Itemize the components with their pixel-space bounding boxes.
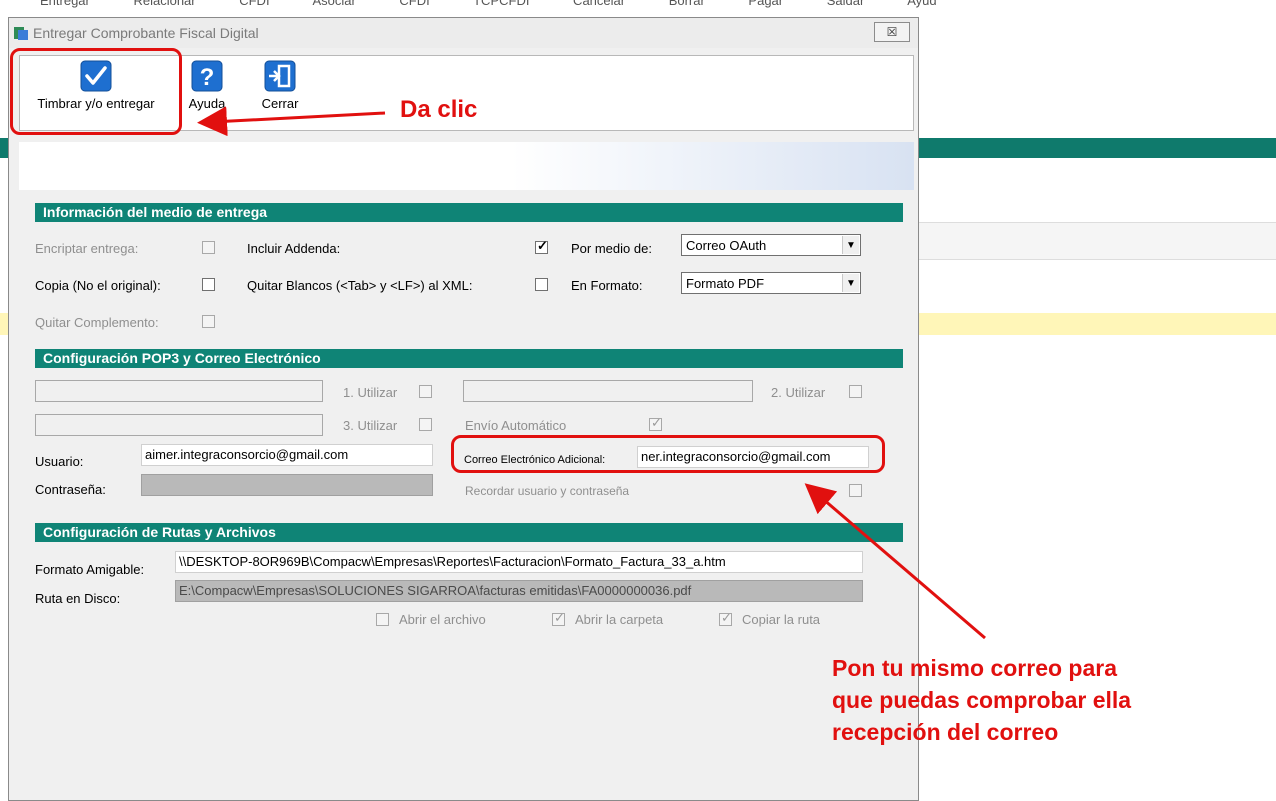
disk-path-input[interactable]: E:\Compacw\Empresas\SOLUCIONES SIGARROA\…	[175, 580, 863, 602]
copy-checkbox[interactable]	[202, 278, 215, 291]
annotation-note-line1: Pon tu mismo correo para	[832, 655, 1118, 681]
copy-path-label: Copiar la ruta	[742, 612, 821, 627]
use3-label: 3. Utilizar	[343, 418, 398, 433]
remove-blanks-label: Quitar Blancos (<Tab> y <LF>) al XML:	[247, 278, 473, 293]
close-icon: ☒	[886, 25, 898, 39]
background-menu-text: Entregar Relacionar CFDI Asociar CFDI TC…	[40, 0, 937, 8]
remember-checkbox[interactable]	[849, 484, 862, 497]
copy-label: Copia (No el original):	[35, 278, 161, 293]
remove-blanks-checkbox[interactable]	[535, 278, 548, 291]
check-icon: ✓	[651, 415, 662, 430]
check-icon: ✓	[554, 610, 565, 625]
background-yellow-strip-left	[0, 313, 8, 335]
user-label: Usuario:	[35, 454, 84, 469]
exit-door-icon	[264, 60, 296, 92]
background-menu-strip: Entregar Relacionar CFDI Asociar CFDI TC…	[0, 0, 1276, 14]
use1-label: 1. Utilizar	[343, 385, 398, 400]
encrypt-label: Encriptar entrega:	[35, 241, 139, 256]
friendly-format-label: Formato Amigable:	[35, 562, 145, 577]
help-button[interactable]: ? Ayuda	[182, 60, 232, 111]
highlight-additional-email	[451, 435, 885, 473]
status-gradient-bar	[19, 142, 914, 190]
annotation-click-text: Da clic	[400, 96, 478, 123]
window-title: Entregar Comprobante Fiscal Digital	[33, 25, 259, 41]
encrypt-checkbox[interactable]	[202, 241, 215, 254]
auto-send-checkbox[interactable]: ✓	[649, 415, 662, 431]
chevron-down-icon: ▼	[842, 236, 859, 254]
open-file-label: Abrir el archivo	[399, 612, 486, 627]
copy-path-checkbox[interactable]: ✓	[719, 610, 732, 626]
password-label: Contraseña:	[35, 482, 106, 497]
friendly-format-input[interactable]: \\DESKTOP-8OR969B\Compacw\Empresas\Repor…	[175, 551, 863, 573]
annotation-note-line2: que puedas comprobar ella	[832, 687, 1132, 713]
pop3-field-1[interactable]	[35, 380, 323, 402]
use1-checkbox[interactable]	[419, 385, 432, 398]
check-icon: ✓	[721, 610, 732, 625]
format-select-value: Formato PDF	[686, 276, 765, 291]
remove-complement-label: Quitar Complemento:	[35, 315, 159, 330]
annotation-note: Pon tu mismo correo para que puedas comp…	[832, 652, 1131, 748]
pop3-field-2[interactable]	[463, 380, 753, 402]
chevron-down-icon: ▼	[842, 274, 859, 292]
via-label: Por medio de:	[571, 241, 652, 256]
remember-label: Recordar usuario y contraseña	[465, 484, 630, 498]
disk-path-label: Ruta en Disco:	[35, 591, 121, 606]
format-select[interactable]: Formato PDF ▼	[681, 272, 861, 294]
background-teal-strip-left	[0, 138, 8, 158]
password-input[interactable]	[141, 474, 433, 496]
svg-text:?: ?	[200, 64, 215, 91]
delivery-section-header: Información del medio de entrega	[35, 203, 903, 222]
pop3-field-3[interactable]	[35, 414, 323, 436]
help-label: Ayuda	[188, 96, 226, 111]
include-addenda-checkbox[interactable]: ✓	[535, 238, 548, 254]
close-window-button[interactable]: ☒	[874, 22, 910, 42]
highlight-stamp-button	[10, 48, 182, 135]
open-file-checkbox[interactable]	[376, 613, 389, 626]
background-yellow-strip	[919, 313, 1276, 335]
background-teal-strip	[919, 138, 1276, 158]
help-icon: ?	[191, 60, 223, 92]
title-bar: Entregar Comprobante Fiscal Digital ☒	[9, 18, 918, 48]
paths-section-header: Configuración de Rutas y Archivos	[35, 523, 903, 542]
annotation-note-line3: recepción del correo	[832, 719, 1059, 745]
user-input[interactable]: aimer.integraconsorcio@gmail.com	[141, 444, 433, 466]
use3-checkbox[interactable]	[419, 418, 432, 431]
background-gray-panel	[919, 222, 1276, 260]
via-select[interactable]: Correo OAuth ▼	[681, 234, 861, 256]
auto-send-label: Envío Automático	[465, 418, 567, 433]
use2-label: 2. Utilizar	[771, 385, 826, 400]
close-label: Cerrar	[261, 96, 299, 111]
app-icon	[14, 27, 28, 40]
check-icon: ✓	[537, 238, 548, 253]
via-select-value: Correo OAuth	[686, 238, 767, 253]
open-folder-checkbox[interactable]: ✓	[552, 610, 565, 626]
remove-complement-checkbox[interactable]	[202, 315, 215, 328]
pop3-section-header: Configuración POP3 y Correo Electrónico	[35, 349, 903, 368]
use2-checkbox[interactable]	[849, 385, 862, 398]
include-addenda-label: Incluir Addenda:	[247, 241, 341, 256]
format-label: En Formato:	[571, 278, 643, 293]
close-button[interactable]: Cerrar	[255, 60, 305, 111]
open-folder-label: Abrir la carpeta	[575, 612, 664, 627]
